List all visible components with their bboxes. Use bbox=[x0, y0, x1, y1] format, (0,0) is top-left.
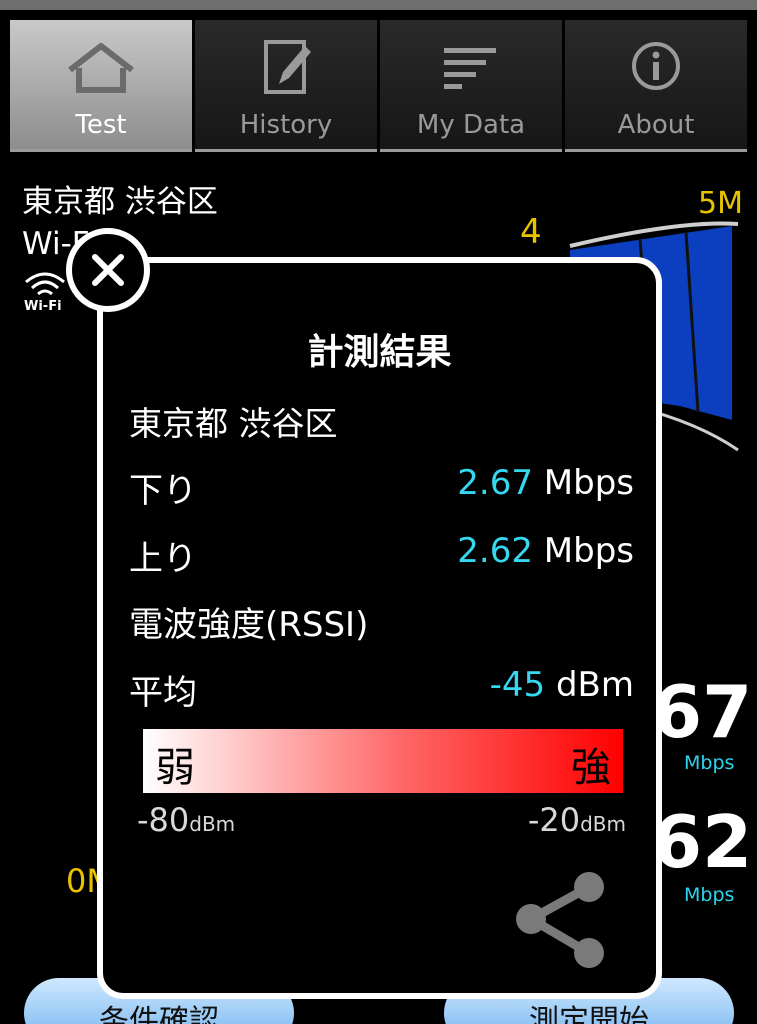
edit-icon bbox=[264, 40, 311, 94]
share-icon[interactable] bbox=[511, 869, 611, 969]
scale-max-value: -20 bbox=[527, 801, 581, 839]
bar-strong-label: 強 bbox=[571, 745, 611, 791]
background-location: 東京都 渋谷区 bbox=[22, 184, 218, 220]
rssi-label: 電波強度(RSSI) bbox=[129, 605, 369, 645]
rssi-row: 電波強度(RSSI) bbox=[129, 597, 634, 646]
close-icon bbox=[92, 254, 124, 286]
scale-min-value: -80 bbox=[137, 801, 190, 839]
gauge-tick-5: 5M bbox=[698, 186, 743, 221]
average-row: 平均 -45 dBm bbox=[129, 665, 634, 714]
result-dialog: 計測結果 東京都 渋谷区 下り 2.67 Mbps 上り 2.62 Mbps 電… bbox=[97, 257, 662, 999]
average-label: 平均 bbox=[129, 673, 197, 713]
wifi-label: Wi-Fi bbox=[24, 299, 62, 312]
tab-my-data[interactable]: My Data bbox=[380, 20, 562, 152]
download-value: 2.67 bbox=[457, 463, 533, 503]
upload-row: 上り 2.62 Mbps bbox=[129, 531, 634, 580]
tab-my-data-label: My Data bbox=[416, 110, 526, 140]
tab-history-label: History bbox=[239, 110, 333, 140]
list-icon bbox=[444, 48, 496, 89]
scale-min-unit: dBm bbox=[189, 812, 236, 836]
tab-about[interactable]: About bbox=[565, 20, 747, 152]
info-icon bbox=[632, 42, 680, 90]
upload-unit-label: Mbps bbox=[543, 531, 634, 571]
tab-test[interactable]: Test bbox=[10, 20, 192, 152]
tab-bar: Test History My Data About bbox=[10, 20, 747, 152]
close-button[interactable] bbox=[66, 228, 150, 312]
signal-strength-bar: 弱 強 bbox=[143, 729, 623, 793]
download-label: 下り bbox=[129, 471, 197, 511]
scale-min: -80dBm bbox=[137, 801, 235, 839]
status-bar bbox=[0, 0, 757, 10]
home-icon bbox=[68, 43, 134, 93]
tab-history[interactable]: History bbox=[195, 20, 377, 152]
average-value: -45 bbox=[489, 665, 546, 705]
scale-max-unit: dBm bbox=[580, 812, 626, 836]
upload-label: 上り bbox=[129, 539, 197, 579]
wifi-icon: Wi-Fi bbox=[24, 272, 65, 312]
download-unit-label: Mbps bbox=[543, 463, 634, 503]
average-unit: dBm bbox=[555, 665, 634, 705]
download-unit: Mbps bbox=[684, 752, 735, 774]
scale-max: -20dBm bbox=[528, 801, 626, 839]
tab-test-label: Test bbox=[75, 110, 127, 140]
download-row: 下り 2.67 Mbps bbox=[129, 463, 634, 512]
download-readout: 67 bbox=[652, 670, 753, 754]
tab-about-label: About bbox=[617, 110, 695, 140]
upload-value: 2.62 bbox=[457, 531, 533, 571]
bar-weak-label: 弱 bbox=[155, 745, 195, 791]
gauge-tick-4: 4 bbox=[520, 212, 542, 252]
upload-unit: Mbps bbox=[684, 884, 735, 906]
dialog-title: 計測結果 bbox=[307, 332, 452, 373]
dialog-location: 東京都 渋谷区 bbox=[129, 404, 338, 443]
upload-readout: 62 bbox=[652, 800, 753, 884]
